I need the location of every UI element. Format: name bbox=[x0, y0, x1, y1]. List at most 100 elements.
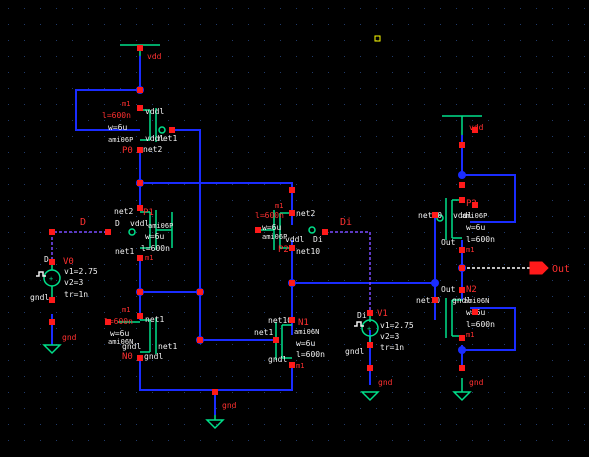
pin-marker[interactable] bbox=[137, 255, 143, 261]
p0-name-label: P0 bbox=[122, 146, 133, 156]
p1-w-label: w=6u bbox=[145, 232, 164, 241]
p2-net2-label: net2 bbox=[296, 209, 315, 218]
gnd-label-right: gnd bbox=[469, 378, 484, 387]
n1-w-label: w=6u bbox=[296, 339, 315, 348]
p0-net1-label: net1 bbox=[158, 134, 177, 143]
pin-marker[interactable] bbox=[459, 335, 465, 341]
n1-l-label: l=600n bbox=[296, 350, 325, 359]
pin-marker[interactable] bbox=[432, 297, 438, 303]
p0-l-label: l=600n bbox=[102, 111, 131, 120]
pin-marker[interactable] bbox=[289, 317, 295, 323]
n0-w-label: w=6u bbox=[110, 329, 129, 338]
pin-marker[interactable] bbox=[137, 45, 143, 51]
p0-net2-label: net2 bbox=[143, 145, 162, 154]
pin-marker[interactable] bbox=[255, 227, 261, 233]
n1-name-label: N1 bbox=[298, 318, 309, 328]
n2-model-label: ami06N bbox=[464, 297, 489, 305]
n2-l-label: l=600n bbox=[466, 320, 495, 329]
v0-d-pin: D bbox=[44, 255, 49, 264]
dashed-di-wire bbox=[325, 231, 371, 313]
n0-gndl-label: gndl bbox=[122, 342, 141, 351]
pin-marker[interactable] bbox=[459, 365, 465, 371]
pin-marker[interactable] bbox=[459, 247, 465, 253]
pin-marker[interactable] bbox=[137, 87, 143, 93]
p1-model-label: ami06P bbox=[148, 222, 173, 230]
pin-marker[interactable] bbox=[137, 289, 143, 295]
pin-marker[interactable] bbox=[137, 355, 143, 361]
pin-marker[interactable] bbox=[212, 389, 218, 395]
pin-marker[interactable] bbox=[49, 259, 55, 265]
pin-marker[interactable] bbox=[459, 142, 465, 148]
port-d-label: D bbox=[80, 217, 86, 228]
pin-marker[interactable] bbox=[322, 229, 328, 235]
p2-l-label: l=600n bbox=[255, 211, 284, 220]
dashed-d-wire bbox=[51, 231, 108, 260]
pin-marker[interactable] bbox=[432, 212, 438, 218]
pin-marker[interactable] bbox=[289, 362, 295, 368]
pin-marker[interactable] bbox=[459, 182, 465, 188]
n2-name-label: N2 bbox=[466, 285, 477, 295]
pin-marker[interactable] bbox=[169, 127, 175, 133]
pin-marker[interactable] bbox=[105, 229, 111, 235]
pin-marker[interactable] bbox=[472, 202, 478, 208]
junction-net10-right bbox=[431, 279, 439, 287]
gnd-label-bottom: gnd bbox=[222, 401, 237, 410]
pin-marker[interactable] bbox=[197, 337, 203, 343]
pin-marker[interactable] bbox=[137, 313, 143, 319]
gnd-symbol-v1[interactable] bbox=[360, 391, 380, 402]
n0-gndl-bottom: gndl bbox=[144, 352, 163, 361]
p1-net2-label: net2 bbox=[114, 207, 133, 216]
v0-tr-label: tr=1n bbox=[64, 290, 88, 299]
v1-name-label: V1 bbox=[377, 309, 388, 319]
n0-name-label: N0 bbox=[122, 352, 133, 362]
pin-marker[interactable] bbox=[459, 265, 465, 271]
pin-marker[interactable] bbox=[289, 210, 295, 216]
schematic-svg[interactable]: vdd vdd gnd gnd gnd gnd m1 l=600n w=6u a… bbox=[0, 0, 589, 453]
n0-net1-side: net1 bbox=[158, 342, 177, 351]
pin-marker[interactable] bbox=[137, 105, 143, 111]
pin-marker[interactable] bbox=[289, 187, 295, 193]
pin-marker[interactable] bbox=[367, 342, 373, 348]
pin-marker[interactable] bbox=[459, 287, 465, 293]
pin-marker[interactable] bbox=[49, 229, 55, 235]
output-pin-out[interactable] bbox=[529, 261, 549, 275]
n1-net1-label: net1 bbox=[254, 328, 273, 337]
pin-marker[interactable] bbox=[367, 365, 373, 371]
pin-marker[interactable] bbox=[105, 319, 111, 325]
pin-marker[interactable] bbox=[367, 310, 373, 316]
n1-model-label: ami06N bbox=[294, 328, 319, 336]
pin-marker[interactable] bbox=[289, 280, 295, 286]
pin-marker[interactable] bbox=[472, 309, 478, 315]
gnd-label-v1: gnd bbox=[378, 378, 393, 387]
p3-w-label: w=6u bbox=[466, 223, 485, 232]
pin-marker[interactable] bbox=[137, 205, 143, 211]
junction-gnd-right bbox=[458, 346, 466, 354]
wire-net2-bus bbox=[140, 182, 293, 213]
svg-text:+: + bbox=[49, 275, 53, 283]
p2-vddl-label: vddl bbox=[285, 235, 304, 244]
pin-marker[interactable] bbox=[49, 319, 55, 325]
p1-vddl-label: vddl bbox=[130, 219, 149, 228]
pin-marker[interactable] bbox=[197, 289, 203, 295]
schematic-canvas[interactable]: vdd vdd gnd gnd gnd gnd m1 l=600n w=6u a… bbox=[0, 0, 589, 453]
v0-v1-label: v1=2.75 bbox=[64, 267, 98, 276]
pin-marker[interactable] bbox=[137, 180, 143, 186]
n1-inst-label: m1 bbox=[296, 362, 304, 370]
pin-marker[interactable] bbox=[273, 337, 279, 343]
p1-l-label: l=600n bbox=[141, 244, 170, 253]
pin-marker[interactable] bbox=[472, 127, 478, 133]
gnd-symbol-v0[interactable] bbox=[42, 344, 62, 355]
p2-inst-label: m1 bbox=[275, 202, 283, 210]
pin-marker[interactable] bbox=[459, 197, 465, 203]
pin-marker[interactable] bbox=[49, 297, 55, 303]
p3-l-label: l=600n bbox=[466, 235, 495, 244]
n1-net10-label: net10 bbox=[268, 316, 292, 325]
port-out-label: Out bbox=[552, 264, 570, 275]
gnd-symbol-bottom[interactable] bbox=[205, 415, 225, 430]
pin-marker[interactable] bbox=[137, 147, 143, 153]
p2-name-label: P2 bbox=[278, 245, 289, 255]
p2-model-label: ami06P bbox=[262, 233, 287, 241]
pin-marker[interactable] bbox=[289, 245, 295, 251]
gnd-symbol-right[interactable] bbox=[452, 378, 472, 402]
v0-gndl-label: gndl bbox=[30, 293, 49, 302]
